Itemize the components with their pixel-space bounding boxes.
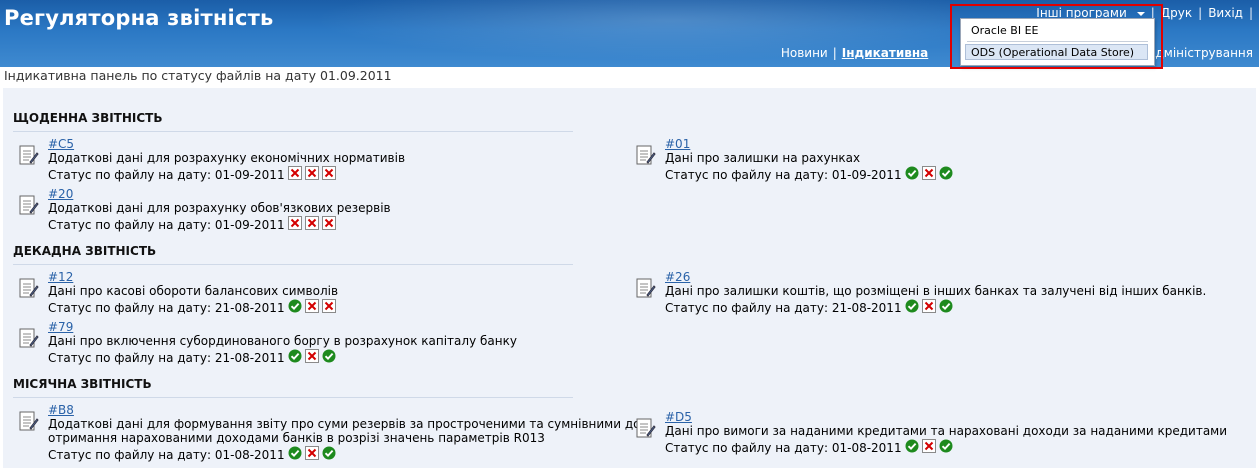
- status-ok-icon: [905, 166, 919, 180]
- report-description: Дані про включення субординованого боргу…: [48, 334, 517, 348]
- report-status: Статус по файлу на дату: 21-08-2011: [48, 299, 336, 316]
- document-icon: [18, 278, 39, 300]
- status-icons: [285, 299, 336, 316]
- report-description: Дані про касові обороти балансових симво…: [48, 284, 339, 298]
- status-error-icon: [921, 299, 936, 313]
- status-label: Статус по файлу на дату: 21-08-2011: [48, 300, 285, 315]
- section-divider: [13, 131, 573, 132]
- separator: |: [1198, 6, 1203, 20]
- status-ok-icon: [939, 439, 953, 453]
- report-description-line2: отримання нарахованими доходами банків в…: [48, 431, 545, 445]
- page-subtitle: Індикативна панель по статусу файлів на …: [4, 68, 392, 83]
- status-icons: [902, 299, 953, 316]
- status-ok-icon: [288, 446, 302, 460]
- status-label: Статус по файлу на дату: 01-08-2011: [665, 440, 902, 455]
- report-code-link[interactable]: #B8: [48, 403, 74, 417]
- status-error-icon: [287, 166, 302, 180]
- status-ok-icon: [322, 349, 336, 363]
- report-description: Дані про вимоги за наданими кредитами та…: [665, 424, 1228, 438]
- print-link[interactable]: Друк: [1161, 6, 1192, 20]
- report-code-link[interactable]: #26: [665, 270, 690, 284]
- report-status: Статус по файлу на дату: 01-08-2011: [48, 446, 336, 463]
- report-code-link[interactable]: #C5: [48, 137, 74, 151]
- status-error-icon: [304, 349, 319, 363]
- report-code-link[interactable]: #12: [48, 270, 73, 284]
- report-status: Статус по файлу на дату: 01-09-2011: [48, 166, 336, 183]
- status-label: Статус по файлу на дату: 01-09-2011: [48, 217, 285, 232]
- tab-news[interactable]: Новини: [781, 46, 828, 60]
- separator: |: [1248, 6, 1253, 20]
- status-icons: [285, 349, 336, 366]
- report-status: Статус по файлу на дату: 01-09-2011: [48, 216, 336, 233]
- status-error-icon: [921, 439, 936, 453]
- status-label: Статус по файлу на дату: 01-08-2011: [48, 447, 285, 462]
- status-icons: [285, 166, 336, 183]
- status-ok-icon: [939, 166, 953, 180]
- status-label: Статус по файлу на дату: 21-08-2011: [48, 350, 285, 365]
- status-ok-icon: [905, 299, 919, 313]
- section-divider: [13, 264, 573, 265]
- section-title-daily: ЩОДЕННА ЗВІТНІСТЬ: [13, 111, 163, 125]
- status-label: Статус по файлу на дату: 21-08-2011: [665, 300, 902, 315]
- document-icon: [18, 145, 39, 167]
- report-description: Додаткові дані для розрахунку обов'язков…: [48, 201, 391, 215]
- report-status: Статус по файлу на дату: 21-08-2011: [48, 349, 336, 366]
- report-description: Додаткові дані для розрахунку економічни…: [48, 151, 406, 165]
- status-icons: [902, 166, 953, 183]
- dashboard-panel: ЩОДЕННА ЗВІТНІСТЬ #C5 Додаткові дані для…: [3, 88, 1256, 468]
- tab-administration[interactable]: Адміністрування: [1147, 46, 1253, 60]
- status-ok-icon: [288, 299, 302, 313]
- status-error-icon: [304, 446, 319, 460]
- exit-link[interactable]: Вихід: [1208, 6, 1243, 20]
- report-description: Додаткові дані для формування звіту про …: [48, 417, 641, 431]
- status-ok-icon: [288, 349, 302, 363]
- status-icons: [285, 216, 336, 233]
- section-title-monthly: МІСЯЧНА ЗВІТНІСТЬ: [13, 377, 152, 391]
- report-code-link[interactable]: #79: [48, 320, 73, 334]
- report-status: Статус по файлу на дату: 01-08-2011: [665, 439, 953, 456]
- document-icon: [18, 411, 39, 433]
- status-error-icon: [921, 166, 936, 180]
- report-description: Дані про залишки коштів, що розміщені в …: [665, 284, 1207, 298]
- status-icons: [902, 439, 953, 456]
- section-title-decade: ДЕКАДНА ЗВІТНІСТЬ: [13, 244, 157, 258]
- status-error-icon: [321, 216, 336, 230]
- document-icon: [18, 195, 39, 217]
- status-error-icon: [304, 299, 319, 313]
- report-description: Дані про залишки на рахунках: [665, 151, 861, 165]
- status-error-icon: [321, 166, 336, 180]
- highlight-box: [950, 4, 1163, 69]
- status-label: Статус по файлу на дату: 01-09-2011: [665, 167, 902, 182]
- report-code-link[interactable]: #D5: [665, 410, 692, 424]
- report-code-link[interactable]: #01: [665, 137, 690, 151]
- status-ok-icon: [905, 439, 919, 453]
- report-status: Статус по файлу на дату: 01-09-2011: [665, 166, 953, 183]
- status-error-icon: [321, 299, 336, 313]
- document-icon: [635, 145, 656, 167]
- app-title: Регуляторна звітність: [4, 6, 274, 30]
- status-icons: [285, 446, 336, 463]
- tab-separator: |: [832, 46, 837, 60]
- status-error-icon: [304, 166, 319, 180]
- status-error-icon: [287, 216, 302, 230]
- section-divider: [13, 397, 573, 398]
- status-label: Статус по файлу на дату: 01-09-2011: [48, 167, 285, 182]
- tab-indicative[interactable]: Індикативна: [842, 46, 928, 60]
- report-status: Статус по файлу на дату: 21-08-2011: [665, 299, 953, 316]
- document-icon: [635, 278, 656, 300]
- status-error-icon: [304, 216, 319, 230]
- document-icon: [635, 418, 656, 440]
- report-code-link[interactable]: #20: [48, 187, 73, 201]
- status-ok-icon: [322, 446, 336, 460]
- document-icon: [18, 328, 39, 350]
- status-ok-icon: [939, 299, 953, 313]
